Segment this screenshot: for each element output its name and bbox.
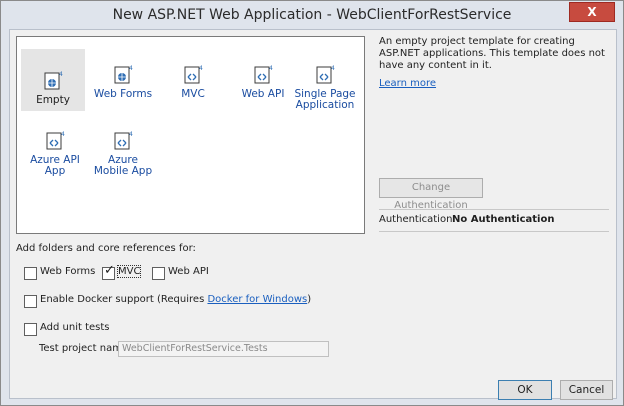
svg-text:4: 4 — [59, 71, 63, 78]
web-template-icon: 4 — [44, 71, 63, 90]
authentication-label: Authentication: — [379, 214, 456, 225]
mvc-checkbox-label[interactable]: MVC — [116, 265, 142, 278]
references-heading: Add folders and core references for: — [16, 243, 196, 254]
template-label: Single Page Application — [294, 88, 356, 111]
docker-label-suffix: ) — [307, 294, 312, 305]
title-bar[interactable]: New ASP.NET Web Application - WebClientF… — [1, 1, 623, 29]
azure-api-app-icon: 4 — [46, 131, 65, 150]
template-label: Empty — [36, 94, 70, 106]
template-label: Azure Mobile App — [93, 154, 153, 177]
cancel-button[interactable]: Cancel — [560, 380, 613, 400]
close-icon: X — [587, 5, 597, 19]
mvc-checkbox[interactable] — [102, 263, 115, 280]
learn-more-link[interactable]: Learn more — [379, 78, 436, 89]
docker-checkbox-label[interactable]: Enable Docker support (Requires Docker f… — [40, 294, 311, 305]
template-label: MVC — [181, 88, 205, 100]
docker-label-text: Enable Docker support (Requires — [40, 294, 208, 305]
template-mvc[interactable]: 4 MVC — [161, 49, 225, 111]
authentication-value: No Authentication — [452, 214, 555, 225]
template-label: Web API — [241, 88, 285, 100]
template-description: An empty project template for creating A… — [379, 36, 605, 71]
docker-checkbox[interactable] — [24, 295, 37, 308]
divider — [379, 209, 609, 210]
web-api-checkbox[interactable] — [152, 267, 165, 280]
mvc-icon: 4 — [184, 65, 203, 84]
divider — [379, 231, 609, 232]
template-azure-mobile-app[interactable]: 4 Azure Mobile App — [91, 115, 155, 177]
docker-for-windows-link[interactable]: Docker for Windows — [207, 294, 307, 305]
dialog-body: 4 Empty 4 Web Forms 4 MVC 4 Web API 4 Si… — [9, 29, 617, 400]
unit-tests-checkbox[interactable] — [24, 323, 37, 336]
dialog-window: New ASP.NET Web Application - WebClientF… — [0, 0, 624, 406]
web-forms-icon: 4 — [114, 65, 133, 84]
window-title: New ASP.NET Web Application - WebClientF… — [112, 7, 512, 23]
template-single-page-application[interactable]: 4 Single Page Application — [287, 49, 363, 111]
template-empty[interactable]: 4 Empty — [21, 49, 85, 111]
svg-text:4: 4 — [199, 65, 203, 72]
svg-text:4: 4 — [269, 65, 273, 72]
template-label: Web Forms — [93, 88, 153, 100]
web-api-icon: 4 — [254, 65, 273, 84]
web-forms-checkbox-label[interactable]: Web Forms — [40, 266, 95, 277]
template-web-api[interactable]: 4 Web API — [231, 49, 295, 111]
template-web-forms[interactable]: 4 Web Forms — [91, 49, 155, 111]
template-azure-api-app[interactable]: 4 Azure API App — [21, 115, 89, 177]
svg-text:4: 4 — [61, 131, 65, 138]
ok-button[interactable]: OK — [498, 380, 552, 400]
template-list: 4 Empty 4 Web Forms 4 MVC 4 Web API 4 Si… — [16, 36, 365, 234]
azure-mobile-app-icon: 4 — [114, 131, 133, 150]
close-button[interactable]: X — [569, 2, 615, 22]
template-label: Azure API App — [30, 154, 80, 177]
web-api-checkbox-label[interactable]: Web API — [168, 266, 209, 277]
svg-text:4: 4 — [331, 65, 335, 72]
test-project-name-input[interactable]: WebClientForRestService.Tests — [118, 341, 329, 357]
change-authentication-button[interactable]: Change Authentication — [379, 178, 483, 211]
unit-tests-checkbox-label[interactable]: Add unit tests — [40, 322, 110, 333]
svg-text:4: 4 — [129, 131, 133, 138]
web-forms-checkbox[interactable] — [24, 267, 37, 280]
spa-icon: 4 — [316, 65, 335, 84]
svg-text:4: 4 — [129, 65, 133, 72]
